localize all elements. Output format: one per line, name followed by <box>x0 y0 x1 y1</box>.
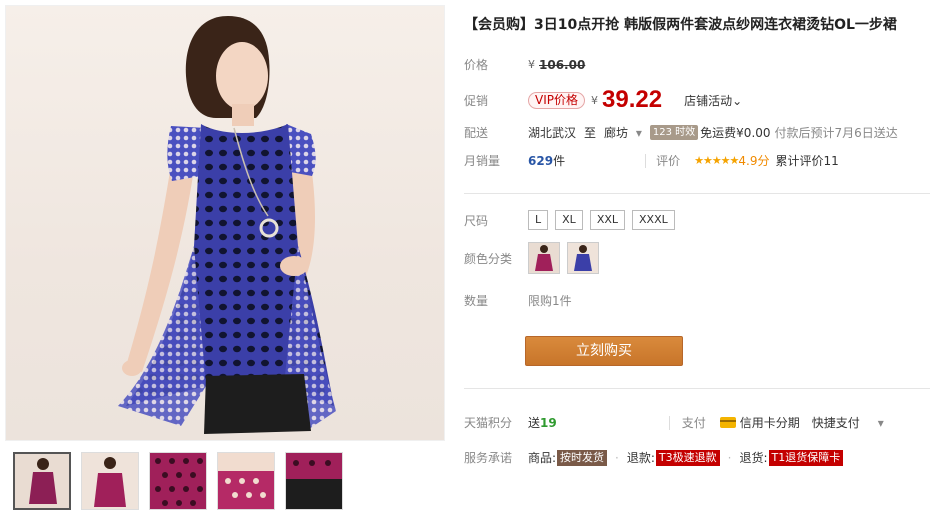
shipping-fee: 免运费¥0.00 <box>700 126 771 140</box>
credit-card-installment[interactable]: 信用卡分期 <box>740 414 800 431</box>
thumbnail-3[interactable] <box>149 452 207 510</box>
currency-symbol: ¥ <box>528 58 535 71</box>
separator-dot: · <box>727 450 732 465</box>
divider <box>464 388 930 389</box>
quantity-row: 数量 限购1件 <box>464 292 572 309</box>
credit-card-icon <box>719 417 736 428</box>
return-guarantee-tag[interactable]: T1退货保障卡 <box>768 449 844 466</box>
ship-on-time-tag[interactable]: 按时发货 <box>557 449 608 466</box>
purchase-limit: 限购1件 <box>528 294 572 308</box>
rating-label: 评价 <box>656 154 681 168</box>
payment-label: 支付 <box>681 416 706 430</box>
price-label: 价格 <box>464 58 489 72</box>
rating-score: 4.9分 <box>738 154 770 168</box>
separator-dot: · <box>615 450 619 465</box>
points-label: 天猫积分 <box>464 416 513 430</box>
size-option-xxxl[interactable]: XXXL <box>632 210 675 230</box>
service-row: 服务承诺 商品: 按时发货 · 退款: T3极速退款 · 退货: T1退货保障卡 <box>464 449 844 466</box>
size-option-l[interactable]: L <box>528 210 549 230</box>
thumbnail-4[interactable] <box>217 452 275 510</box>
original-price: 106.00 <box>539 57 586 72</box>
vip-price-tag: VIP价格 <box>528 91 585 109</box>
payment-dropdown-caret-icon[interactable]: ▾ <box>878 416 884 430</box>
thumbnail-strip <box>13 452 343 510</box>
quantity-label: 数量 <box>464 294 489 308</box>
thumbnail-1[interactable] <box>13 452 71 510</box>
service-refund-prefix: 退款: <box>626 451 655 465</box>
service-return-prefix: 退货: <box>739 451 768 465</box>
size-option-xl[interactable]: XL <box>555 210 583 230</box>
star-rating-icon: ★★★★★ <box>694 154 739 167</box>
shipping-row: 配送 湖北武汉 至 廊坊 ▾ 123 时效 免运费¥0.00 付款后预计7月6日… <box>464 124 898 141</box>
ship-to-select[interactable]: 廊坊 ▾ <box>604 124 650 141</box>
quick-pay[interactable]: 快捷支付 <box>812 414 860 431</box>
ship-to-city: 廊坊 <box>604 126 629 140</box>
delivery-eta: 付款后预计7月6日送达 <box>774 126 898 140</box>
size-row: 尺码 L XL XXL XXXL <box>464 210 682 230</box>
color-swatch-blue[interactable] <box>567 242 599 274</box>
store-activity-label: 店铺活动 <box>684 93 733 108</box>
promo-row: 促销 VIP价格 ¥ 39.22 店铺活动⌄ <box>464 86 742 114</box>
timeliness-badge: 123 时效 <box>649 125 699 140</box>
monthly-sales-unit: 件 <box>553 154 566 168</box>
divider <box>645 153 647 168</box>
fast-refund-tag[interactable]: T3极速退款 <box>655 449 720 466</box>
thumbnail-5[interactable] <box>285 452 343 510</box>
points-prefix: 送 <box>528 416 541 430</box>
product-photo <box>118 16 336 434</box>
ship-to-word: 至 <box>584 126 597 140</box>
caret-down-icon: ▾ <box>635 126 642 140</box>
points-value: 19 <box>540 415 557 430</box>
monthly-sales-count: 629 <box>528 153 554 168</box>
buy-now-button[interactable]: 立刻购买 <box>525 336 683 366</box>
thumbnail-2[interactable] <box>81 452 139 510</box>
promo-label: 促销 <box>464 93 489 108</box>
review-count-link[interactable]: 累计评价11 <box>776 152 839 169</box>
sales-row: 月销量 629 件 评价 ★★★★★ 4.9分 累计评价11 <box>464 152 839 169</box>
service-label: 服务承诺 <box>464 451 513 465</box>
shipping-label: 配送 <box>464 126 489 140</box>
size-option-xxl[interactable]: XXL <box>589 210 626 230</box>
monthly-sales-label: 月销量 <box>464 154 501 168</box>
product-info-panel: 【会员购】3日10点开抢 韩版假两件套波点纱网连衣裙烫钻OL一步裙 价格 ¥ 1… <box>464 0 930 519</box>
color-swatch-magenta[interactable] <box>528 242 560 274</box>
main-product-image[interactable] <box>5 5 445 441</box>
points-row: 天猫积分 送 19 支付 信用卡分期 快捷支付 ▾ <box>464 414 884 431</box>
divider <box>668 415 670 430</box>
size-label: 尺码 <box>464 213 489 228</box>
promo-price: 39.22 <box>602 86 663 113</box>
divider <box>464 193 930 194</box>
product-title: 【会员购】3日10点开抢 韩版假两件套波点纱网连衣裙烫钻OL一步裙 <box>464 17 897 33</box>
ship-from: 湖北武汉 <box>528 126 577 140</box>
color-row: 颜色分类 <box>464 242 606 274</box>
color-label: 颜色分类 <box>464 251 513 266</box>
chevron-down-icon: ⌄ <box>732 93 743 108</box>
promo-currency-symbol: ¥ <box>591 93 598 107</box>
service-goods-prefix: 商品: <box>528 451 557 465</box>
store-activity-dropdown[interactable]: 店铺活动⌄ <box>684 92 742 109</box>
price-row: 价格 ¥ 106.00 <box>464 56 585 73</box>
